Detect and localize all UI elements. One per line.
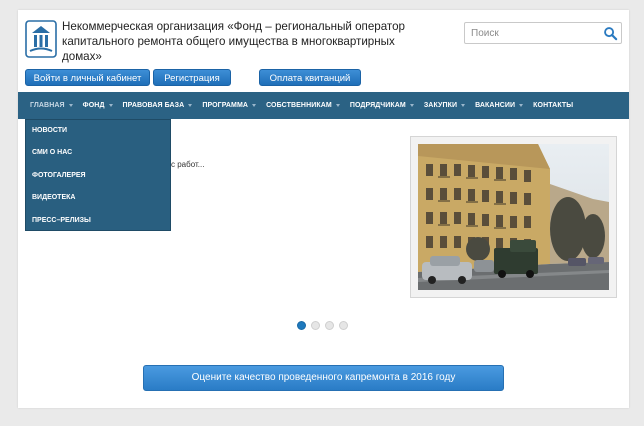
chevron-down-icon — [108, 104, 113, 107]
slider-image-frame[interactable] — [410, 136, 617, 298]
chevron-down-icon — [461, 104, 466, 107]
slider-dot-2[interactable] — [311, 321, 320, 330]
slider-dot-1[interactable] — [297, 321, 306, 330]
payment-button[interactable]: Оплата квитанций — [259, 69, 361, 86]
menu-item-video[interactable]: ВИДЕОТЕКА — [26, 187, 170, 209]
slider-dot-4[interactable] — [339, 321, 348, 330]
org-title: Некоммерческая организация «Фонд – регио… — [62, 20, 405, 63]
slider-pagination — [297, 321, 348, 330]
nav-item-main[interactable]: ГЛАВНАЯ — [25, 92, 78, 119]
login-button[interactable]: Войти в личный кабинет — [25, 69, 150, 86]
menu-item-press[interactable]: ПРЕСС–РЕЛИЗЫ — [26, 210, 170, 232]
slider-dot-3[interactable] — [325, 321, 334, 330]
nav-item-purchases[interactable]: ЗАКУПКИ — [419, 92, 470, 119]
search-icon[interactable] — [603, 26, 618, 41]
nav-item-contacts[interactable]: КОНТАКТЫ — [528, 92, 578, 119]
chevron-down-icon — [252, 104, 257, 107]
building-photo — [418, 144, 609, 290]
menu-item-gallery[interactable]: ФОТОГАЛЕРЕЯ — [26, 165, 170, 187]
nav-item-fund[interactable]: ФОНД — [78, 92, 118, 119]
register-button[interactable]: Регистрация — [153, 69, 231, 86]
search-input[interactable] — [465, 23, 595, 44]
fund-logo-icon[interactable] — [25, 20, 57, 58]
search-box[interactable] — [464, 22, 622, 44]
fund-dropdown-menu: НОВОСТИ СМИ О НАС ФОТОГАЛЕРЕЯ ВИДЕОТЕКА … — [25, 119, 171, 231]
chevron-down-icon — [409, 104, 414, 107]
chevron-down-icon — [519, 104, 524, 107]
nav-item-program[interactable]: ПРОГРАММА — [197, 92, 261, 119]
main-nav: ГЛАВНАЯ ФОНД ПРАВОВАЯ БАЗА ПРОГРАММА СОБ… — [18, 92, 629, 119]
nav-item-vacancies[interactable]: ВАКАНСИИ — [470, 92, 528, 119]
menu-item-media[interactable]: СМИ О НАС — [26, 142, 170, 164]
page: Некоммерческая организация «Фонд – регио… — [18, 10, 629, 408]
nav-item-legal[interactable]: ПРАВОВАЯ БАЗА — [118, 92, 198, 119]
chevron-down-icon — [335, 104, 340, 107]
nav-item-contractors[interactable]: ПОДРЯДЧИКАМ — [345, 92, 419, 119]
news-snippet: с работ... — [171, 160, 205, 169]
nav-item-owners[interactable]: СОБСТВЕННИКАМ — [261, 92, 345, 119]
chevron-down-icon — [68, 104, 73, 107]
chevron-down-icon — [188, 104, 193, 107]
survey-button[interactable]: Оцените качество проведенного капремонта… — [143, 365, 504, 391]
menu-item-news[interactable]: НОВОСТИ — [26, 120, 170, 142]
